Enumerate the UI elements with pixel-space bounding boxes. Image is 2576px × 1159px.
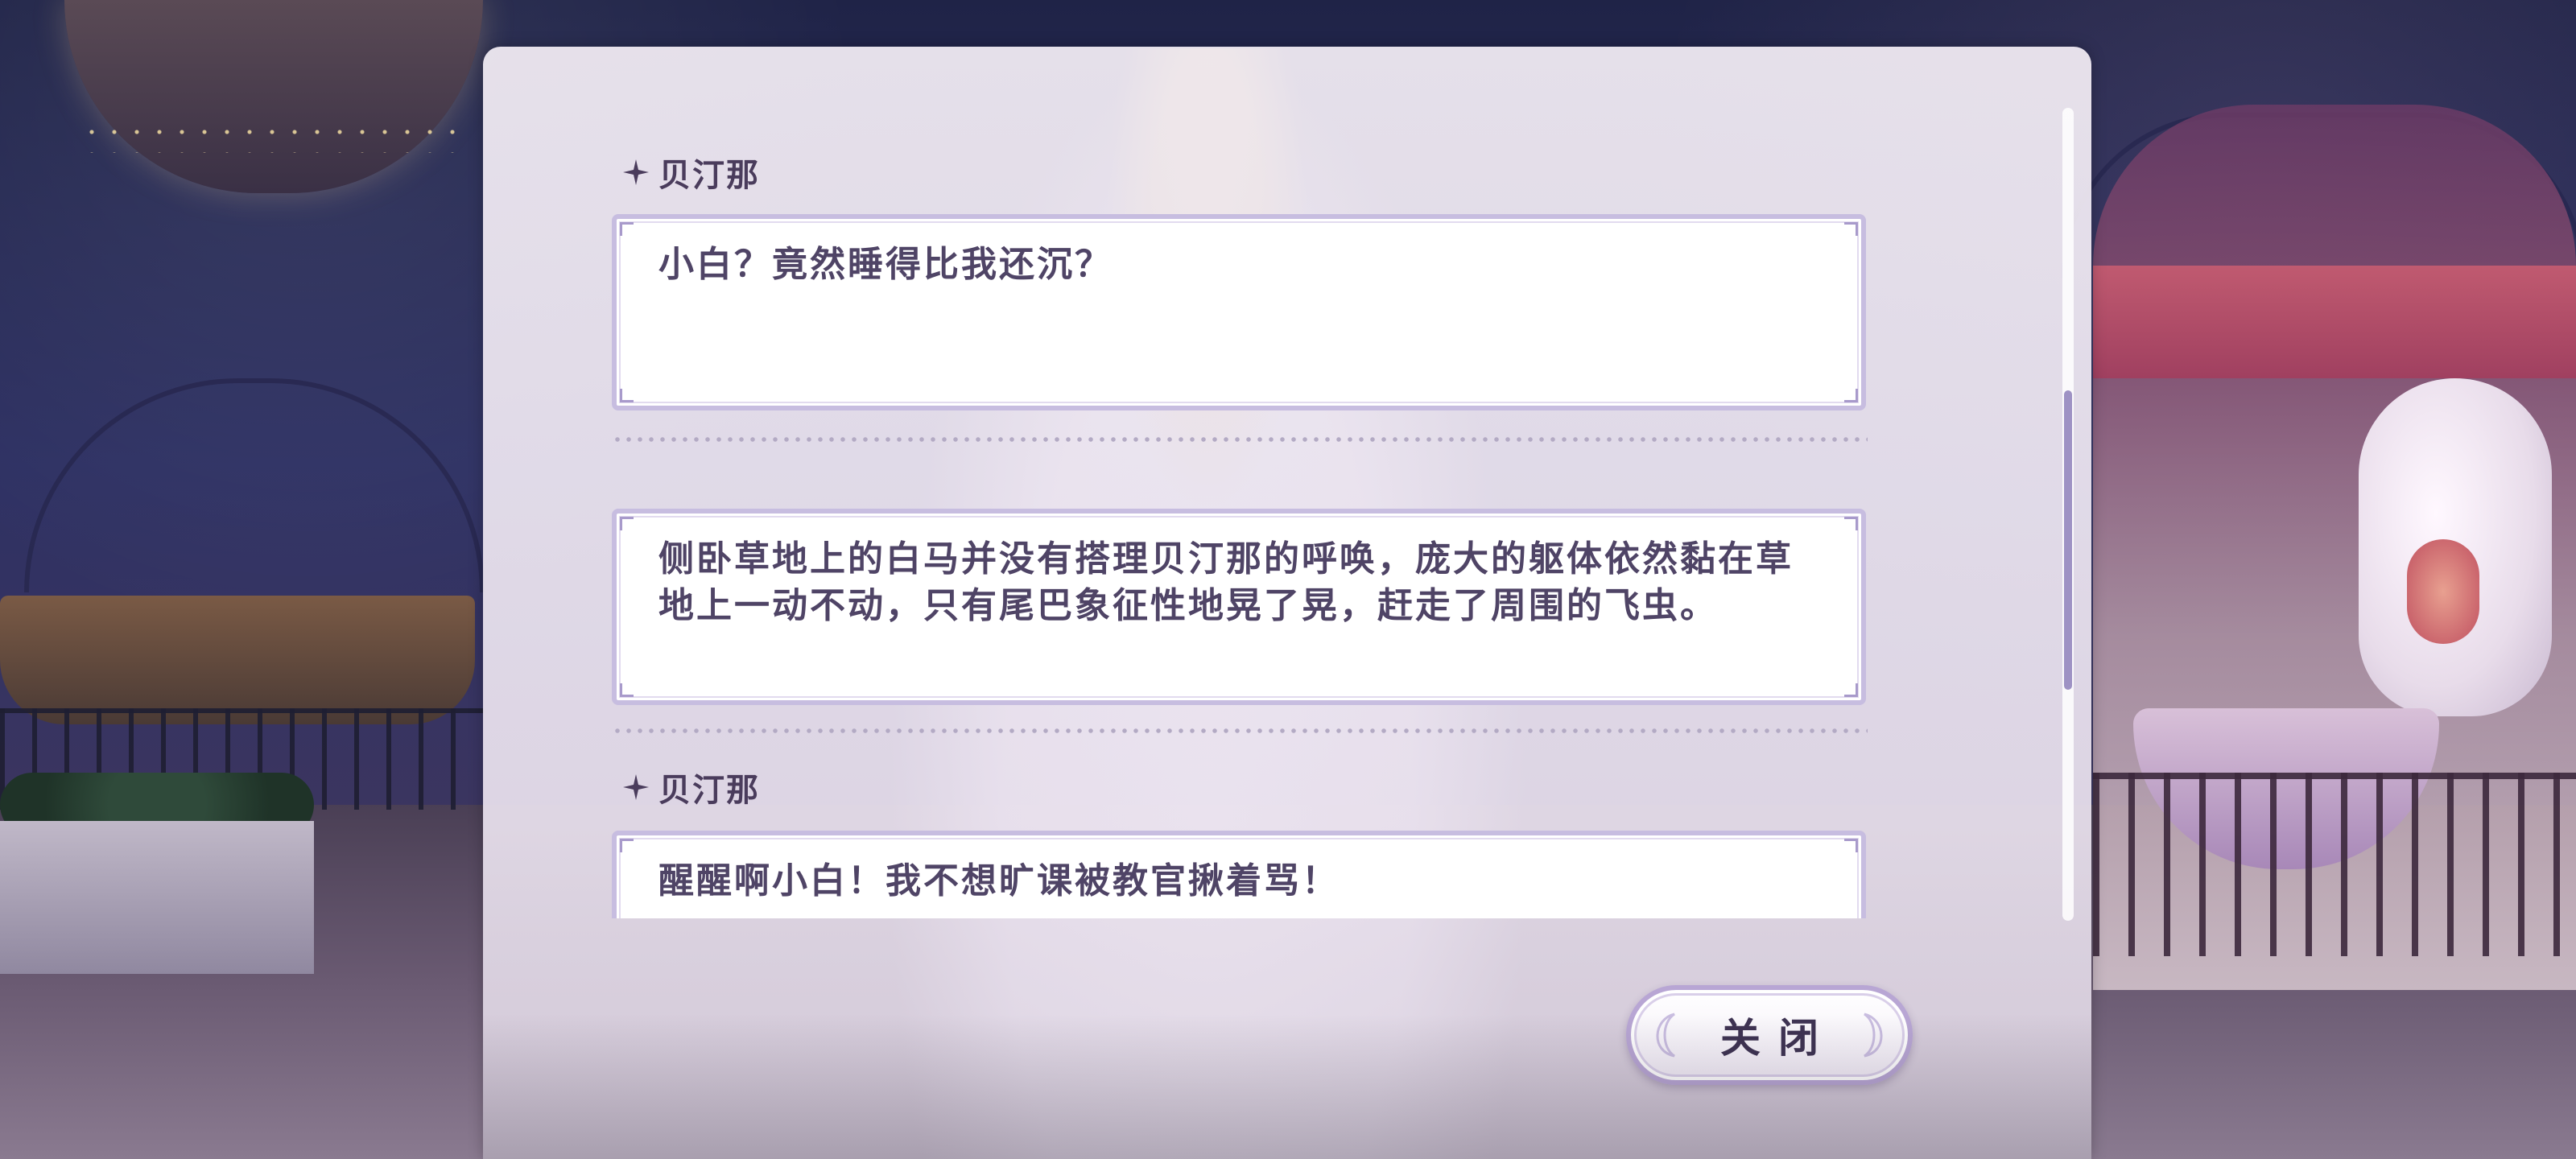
dialog-bubble: 小白？竟然睡得比我还沉？ <box>612 214 1866 410</box>
dialog-bubble: 醒醒啊小白！我不想旷课被教官揪着骂！ <box>612 831 1866 918</box>
speaker-row: 贝汀那 <box>612 148 760 196</box>
string-lights <box>80 121 467 153</box>
narration-bubble: 侧卧草地上的白马并没有搭理贝汀那的呼唤，庞大的躯体依然黏在草地上一动不动，只有尾… <box>612 509 1866 705</box>
speaker-name: 贝汀那 <box>658 771 760 809</box>
dialog-log-list[interactable]: 贝汀那 小白？竟然睡得比我还沉？ 侧卧草地上的白马并没有搭理贝汀那的呼唤，庞大的… <box>612 93 1868 918</box>
speaker-row: 贝汀那 <box>612 763 760 811</box>
ornament-left-icon <box>1656 1013 1675 1058</box>
four-point-star-icon <box>621 773 650 802</box>
fence-right <box>2093 773 2576 956</box>
corner-ornament <box>1844 839 1858 852</box>
corner-ornament <box>1844 683 1858 697</box>
dialog-log-panel: 贝汀那 小白？竟然睡得比我还沉？ 侧卧草地上的白马并没有搭理贝汀那的呼唤，庞大的… <box>483 47 2091 1159</box>
entry-divider <box>612 437 1868 442</box>
corner-ornament <box>620 389 634 402</box>
corner-ornament <box>620 517 634 530</box>
planter-box <box>0 821 314 974</box>
scrollbar-thumb[interactable] <box>2064 390 2072 690</box>
teapot-emblem <box>2407 539 2479 644</box>
dialog-text: 醒醒啊小白！我不想旷课被教官揪着骂！ <box>658 860 1340 901</box>
close-button[interactable]: 关闭 <box>1626 985 1913 1085</box>
four-point-star-icon <box>621 158 650 187</box>
log-entry: 侧卧草地上的白马并没有搭理贝汀那的呼唤，庞大的躯体依然黏在草地上一动不动，只有尾… <box>612 448 1868 705</box>
scrollbar[interactable] <box>2062 108 2074 921</box>
close-button-label: 关闭 <box>1720 1014 1836 1062</box>
narration-text: 侧卧草地上的白马并没有搭理贝汀那的呼唤，庞大的躯体依然黏在草地上一动不动，只有尾… <box>658 538 1794 626</box>
log-entry: 贝汀那 小白？竟然睡得比我还沉？ <box>612 93 1868 415</box>
corner-ornament <box>1844 517 1858 530</box>
speaker-name: 贝汀那 <box>658 156 760 194</box>
log-entry: 贝汀那 醒醒啊小白！我不想旷课被教官揪着骂！ <box>612 737 1868 918</box>
carousel-banner <box>2093 266 2576 378</box>
game-scene: 贝汀那 小白？竟然睡得比我还沉？ 侧卧草地上的白马并没有搭理贝汀那的呼唤，庞大的… <box>0 0 2576 1159</box>
corner-ornament <box>620 839 634 852</box>
entry-divider <box>612 728 1868 733</box>
corner-ornament <box>620 222 634 236</box>
ornament-right-icon <box>1864 1013 1883 1058</box>
dialog-text: 小白？竟然睡得比我还沉？ <box>658 244 1113 285</box>
corner-ornament <box>1844 389 1858 402</box>
corner-ornament <box>1844 222 1858 236</box>
boat-ride <box>0 596 475 724</box>
corner-ornament <box>620 683 634 697</box>
